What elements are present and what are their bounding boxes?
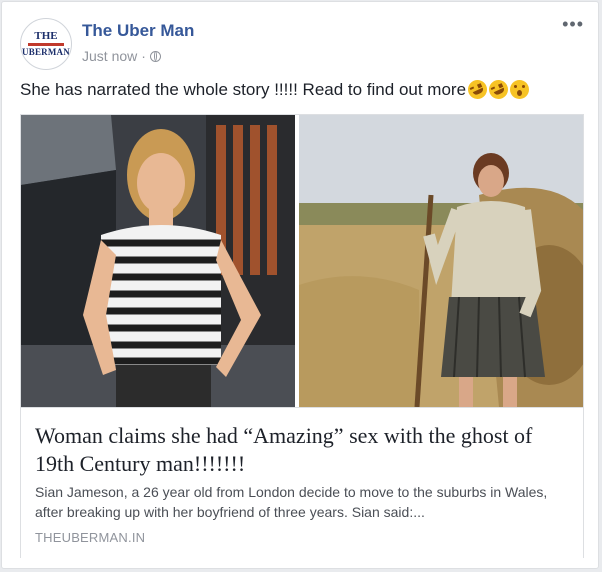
link-description: Sian Jameson, a 26 year old from London …: [35, 484, 548, 520]
avatar-logo-text-top: THE: [34, 30, 58, 42]
post-message: She has narrated the whole story !!!!! R…: [20, 76, 530, 103]
page-avatar[interactable]: THE UBERMAN: [20, 18, 72, 70]
timestamp-link[interactable]: Just now: [82, 48, 137, 64]
link-preview-card[interactable]: Woman claims she had “Amazing” sex with …: [20, 114, 584, 558]
post-card: THE UBERMAN The Uber Man Just now · ••• …: [1, 1, 599, 569]
page-name-link[interactable]: The Uber Man: [82, 21, 194, 41]
rofl-emoji-icon: [485, 76, 512, 103]
meta-separator: ·: [141, 48, 146, 64]
post-meta: Just now ·: [82, 48, 161, 64]
astonished-emoji-icon: [510, 80, 530, 99]
woman-photo: [21, 115, 295, 407]
link-domain: THEUBERMAN.IN: [35, 530, 146, 545]
rofl-emoji-icon: [464, 76, 491, 103]
globe-icon[interactable]: [149, 50, 161, 62]
man-in-kilt-photo: [299, 115, 583, 407]
avatar-logo-bar: [28, 43, 64, 46]
more-options-button[interactable]: •••: [562, 14, 584, 35]
post-message-text: She has narrated the whole story !!!!! R…: [20, 80, 467, 99]
link-text-area[interactable]: Woman claims she had “Amazing” sex with …: [21, 407, 583, 558]
link-headline[interactable]: Woman claims she had “Amazing” sex with …: [35, 422, 571, 478]
avatar-logo-text-bottom: UBERMAN: [22, 47, 70, 57]
